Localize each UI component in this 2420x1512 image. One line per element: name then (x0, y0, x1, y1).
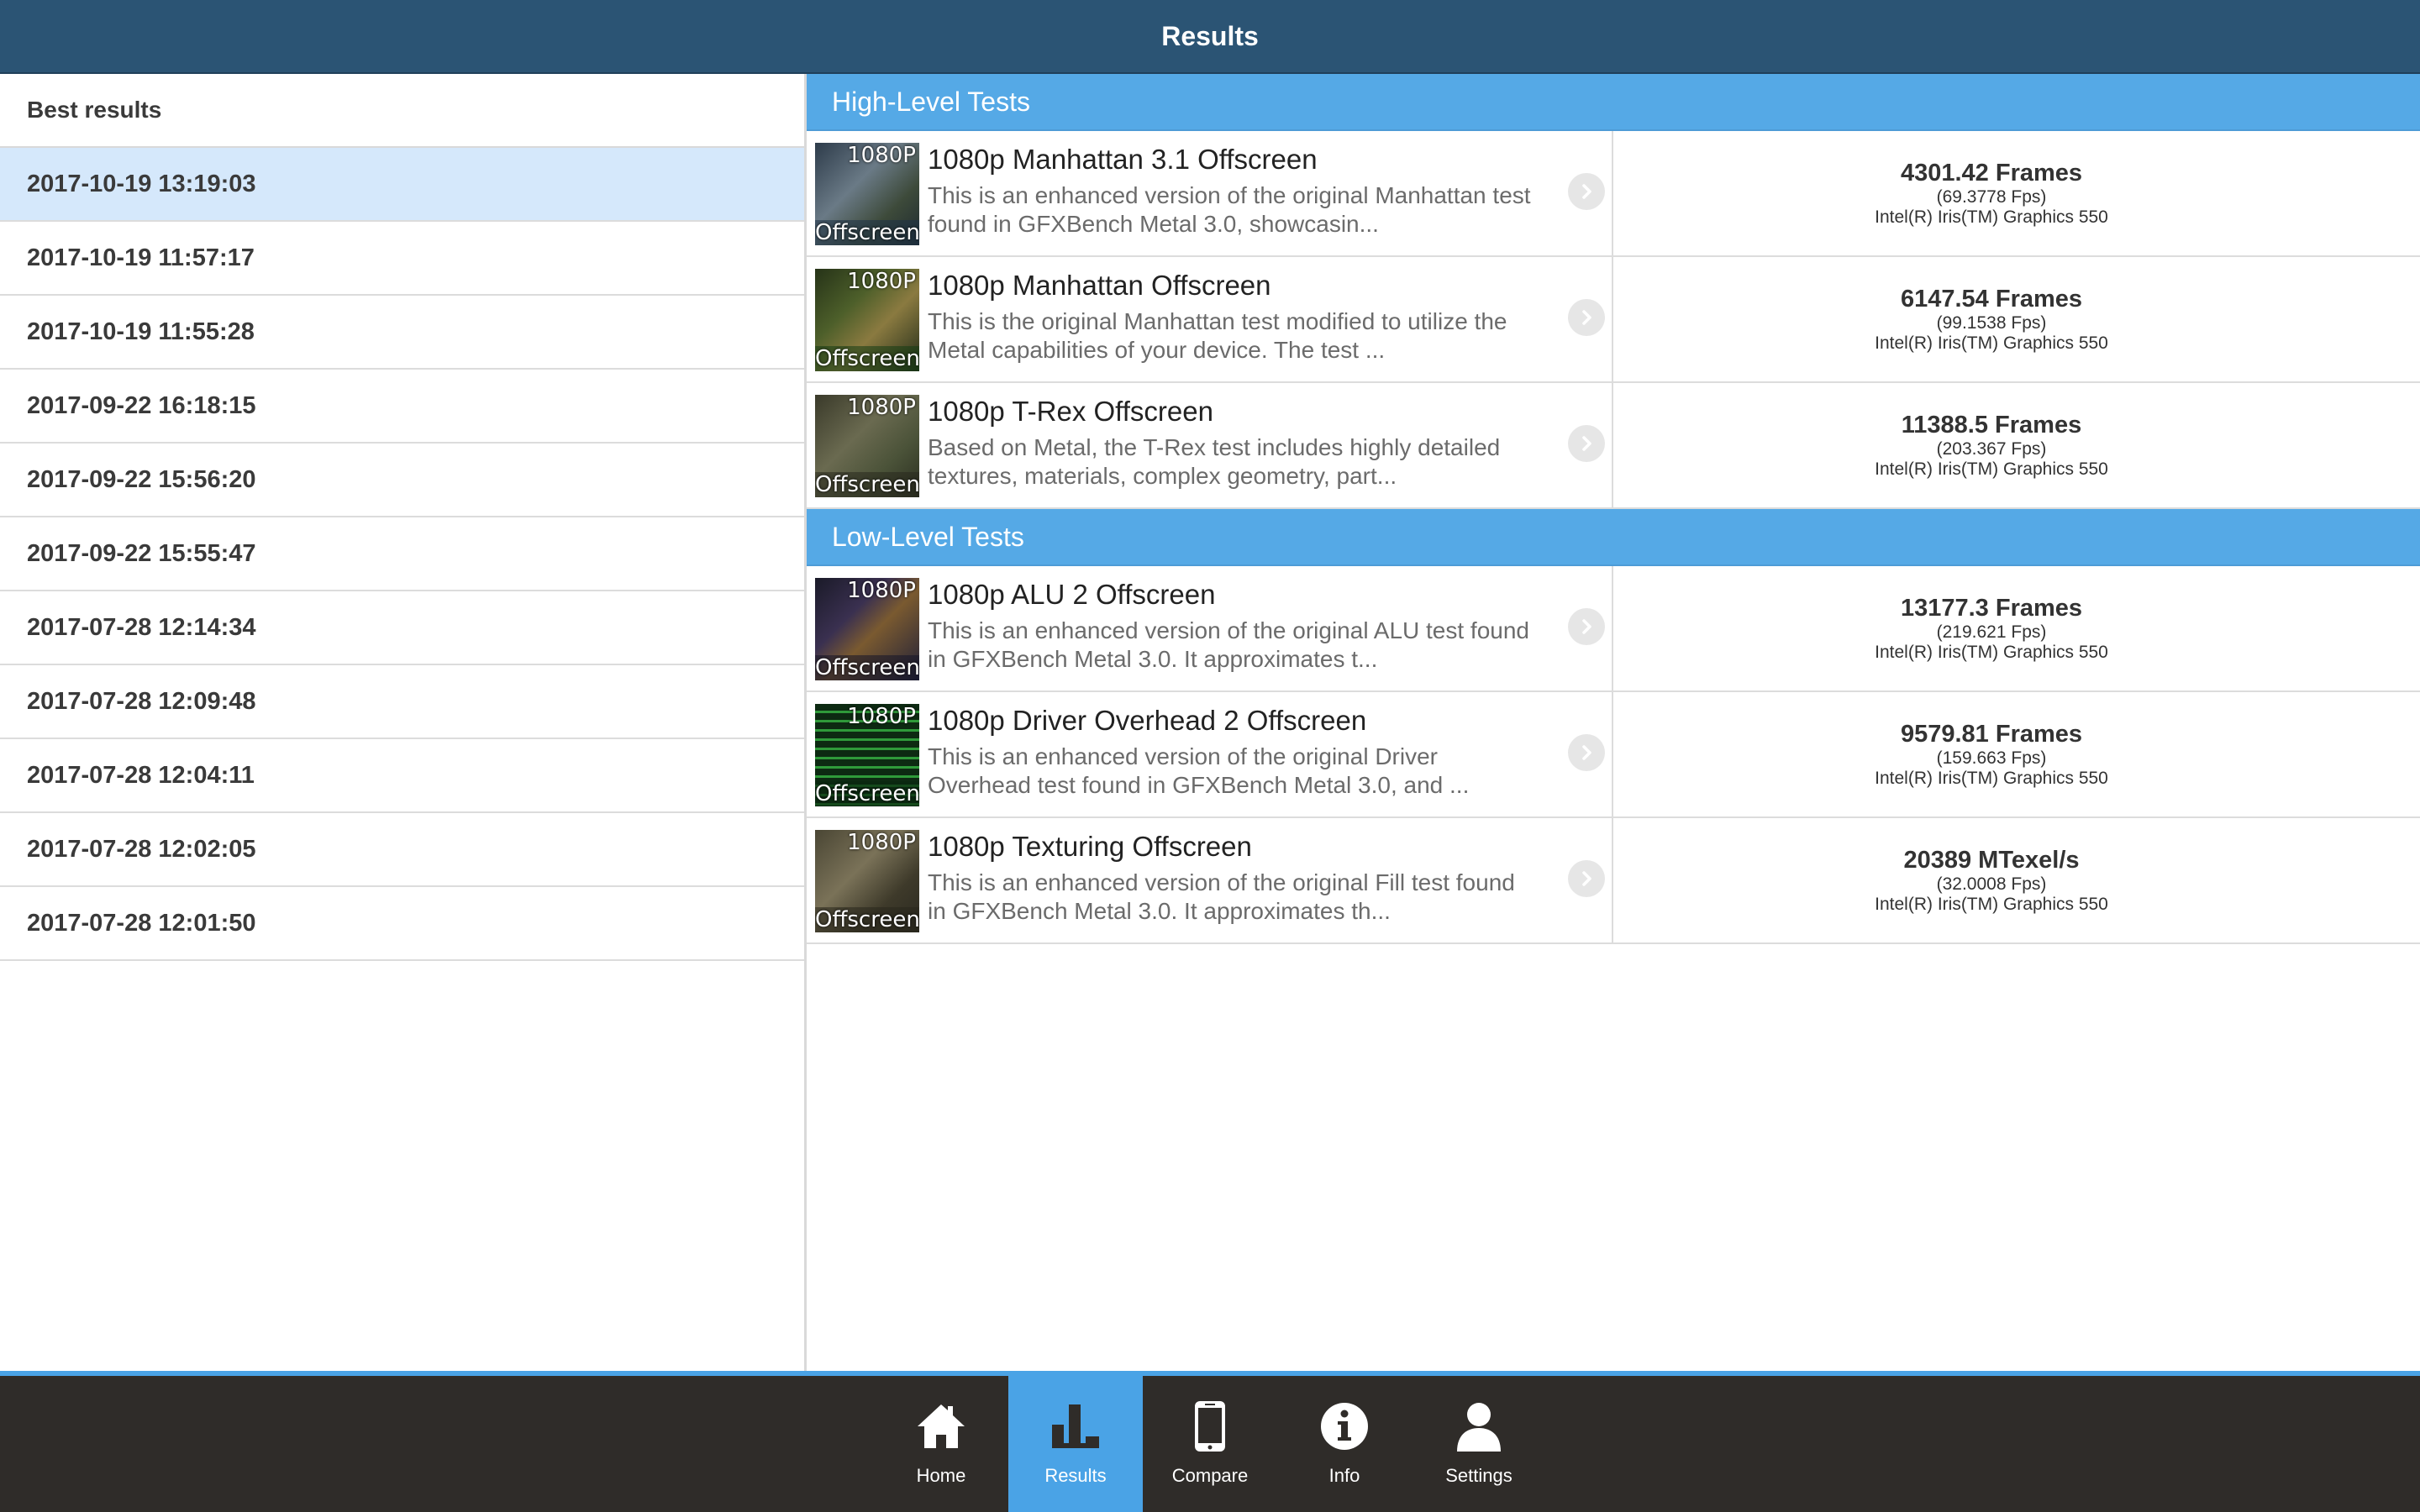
chevron-right-icon[interactable] (1568, 173, 1605, 210)
test-row[interactable]: 1080P Offscreen 1080p ALU 2 Offscreen Th… (807, 566, 2420, 692)
test-thumbnail: 1080P Offscreen (815, 395, 919, 497)
test-title: 1080p Driver Overhead 2 Offscreen (928, 705, 1367, 736)
bar-chart-icon (1052, 1404, 1099, 1448)
result-date-item[interactable]: 2017-10-19 13:19:03 (0, 148, 804, 222)
results-main: High-Level Tests 1080P Offscreen 1080p M… (807, 74, 2420, 1371)
gpu-name: Intel(R) Iris(TM) Graphics 550 (1875, 459, 2108, 479)
fps-value: (32.0008 Fps) (1936, 874, 2047, 894)
test-thumbnail: 1080P Offscreen (815, 143, 919, 245)
fps-value: (219.621 Fps) (1936, 622, 2047, 642)
tab-results[interactable]: Results (1008, 1376, 1143, 1512)
score-value: 20389 MTexel/s (1903, 847, 2080, 874)
test-thumbnail: 1080P Offscreen (815, 704, 919, 806)
fps-value: (159.663 Fps) (1936, 748, 2047, 768)
gpu-name: Intel(R) Iris(TM) Graphics 550 (1875, 643, 2108, 662)
results-sidebar: Best results 2017-10-19 13:19:03 2017-10… (0, 74, 807, 1371)
test-row[interactable]: 1080P Offscreen 1080p Manhattan 3.1 Offs… (807, 131, 2420, 257)
score-value: 4301.42 Frames (1900, 160, 2083, 186)
tab-label: Results (1044, 1465, 1107, 1486)
bottom-tab-bar: Home Results Compare Info Settings (0, 1376, 2420, 1512)
result-date-item[interactable]: 2017-10-19 11:57:17 (0, 222, 804, 296)
chevron-right-icon[interactable] (1568, 860, 1605, 897)
fps-value: (203.367 Fps) (1936, 439, 2047, 459)
result-date-item[interactable]: 2017-07-28 12:02:05 (0, 813, 804, 887)
test-row[interactable]: 1080P Offscreen 1080p Texturing Offscree… (807, 818, 2420, 944)
gpu-name: Intel(R) Iris(TM) Graphics 550 (1875, 333, 2108, 353)
tab-settings[interactable]: Settings (1412, 1376, 1546, 1512)
info-icon (1321, 1403, 1368, 1450)
test-title: 1080p Manhattan 3.1 Offscreen (928, 144, 1318, 175)
tab-label: Home (916, 1465, 966, 1486)
test-title: 1080p T-Rex Offscreen (928, 396, 1213, 427)
score-value: 13177.3 Frames (1900, 595, 2083, 622)
test-description: Based on Metal, the T-Rex test includes … (928, 434, 1501, 489)
test-row[interactable]: 1080P Offscreen 1080p Driver Overhead 2 … (807, 692, 2420, 818)
test-description: This is the original Manhattan test modi… (928, 308, 1507, 363)
chevron-right-icon[interactable] (1568, 299, 1605, 336)
test-score: 13177.3 Frames (219.621 Fps) Intel(R) Ir… (1613, 566, 2420, 690)
result-date-item[interactable]: 2017-07-28 12:01:50 (0, 887, 804, 961)
user-icon (1457, 1403, 1501, 1452)
test-description: This is an enhanced version of the origi… (928, 617, 1529, 672)
test-description: This is an enhanced version of the origi… (928, 182, 1531, 237)
test-description: This is an enhanced version of the origi… (928, 869, 1515, 924)
test-info: 1080P Offscreen 1080p Texturing Offscree… (807, 818, 1613, 942)
phone-icon (1195, 1401, 1225, 1452)
test-score: 20389 MTexel/s (32.0008 Fps) Intel(R) Ir… (1613, 818, 2420, 942)
test-info: 1080P Offscreen 1080p Manhattan 3.1 Offs… (807, 131, 1613, 255)
test-score: 4301.42 Frames (69.3778 Fps) Intel(R) Ir… (1613, 131, 2420, 255)
test-info: 1080P Offscreen 1080p T-Rex Offscreen Ba… (807, 383, 1613, 507)
tab-compare[interactable]: Compare (1143, 1376, 1277, 1512)
tab-info[interactable]: Info (1277, 1376, 1412, 1512)
result-date-item[interactable]: 2017-09-22 15:55:47 (0, 517, 804, 591)
result-date-item[interactable]: 2017-07-28 12:09:48 (0, 665, 804, 739)
test-score: 9579.81 Frames (159.663 Fps) Intel(R) Ir… (1613, 692, 2420, 816)
test-thumbnail: 1080P Offscreen (815, 578, 919, 680)
test-title: 1080p Texturing Offscreen (928, 831, 1252, 862)
test-row[interactable]: 1080P Offscreen 1080p T-Rex Offscreen Ba… (807, 383, 2420, 509)
score-value: 9579.81 Frames (1900, 721, 2083, 748)
gpu-name: Intel(R) Iris(TM) Graphics 550 (1875, 769, 2108, 788)
tab-label: Compare (1171, 1465, 1249, 1486)
result-date-item[interactable]: 2017-09-22 15:56:20 (0, 444, 804, 517)
test-row[interactable]: 1080P Offscreen 1080p Manhattan Offscree… (807, 257, 2420, 383)
tab-label: Settings (1445, 1465, 1512, 1486)
test-info: 1080P Offscreen 1080p Manhattan Offscree… (807, 257, 1613, 381)
test-score: 11388.5 Frames (203.367 Fps) Intel(R) Ir… (1613, 383, 2420, 507)
sidebar-title: Best results (0, 74, 804, 148)
chevron-right-icon[interactable] (1568, 734, 1605, 771)
test-thumbnail: 1080P Offscreen (815, 269, 919, 371)
page-title: Results (1161, 20, 1259, 51)
section-header-high-level: High-Level Tests (807, 74, 2420, 131)
result-date-item[interactable]: 2017-10-19 11:55:28 (0, 296, 804, 370)
test-title: 1080p ALU 2 Offscreen (928, 579, 1216, 610)
test-thumbnail: 1080P Offscreen (815, 830, 919, 932)
result-date-item[interactable]: 2017-09-22 16:18:15 (0, 370, 804, 444)
score-value: 6147.54 Frames (1900, 286, 2083, 312)
test-info: 1080P Offscreen 1080p Driver Overhead 2 … (807, 692, 1613, 816)
chevron-right-icon[interactable] (1568, 425, 1605, 462)
test-description: This is an enhanced version of the origi… (928, 743, 1470, 798)
app-header: Results (0, 0, 2420, 74)
chevron-right-icon[interactable] (1568, 608, 1605, 645)
fps-value: (99.1538 Fps) (1936, 313, 2047, 333)
home-icon (918, 1404, 965, 1448)
gpu-name: Intel(R) Iris(TM) Graphics 550 (1875, 895, 2108, 914)
fps-value: (69.3778 Fps) (1936, 187, 2047, 207)
tab-label: Info (1328, 1465, 1360, 1486)
tab-home[interactable]: Home (874, 1376, 1008, 1512)
result-date-item[interactable]: 2017-07-28 12:14:34 (0, 591, 804, 665)
section-header-low-level: Low-Level Tests (807, 509, 2420, 566)
test-title: 1080p Manhattan Offscreen (928, 270, 1271, 301)
score-value: 11388.5 Frames (1901, 412, 2082, 438)
test-info: 1080P Offscreen 1080p ALU 2 Offscreen Th… (807, 566, 1613, 690)
gpu-name: Intel(R) Iris(TM) Graphics 550 (1875, 207, 2108, 227)
result-date-item[interactable]: 2017-07-28 12:04:11 (0, 739, 804, 813)
test-score: 6147.54 Frames (99.1538 Fps) Intel(R) Ir… (1613, 257, 2420, 381)
